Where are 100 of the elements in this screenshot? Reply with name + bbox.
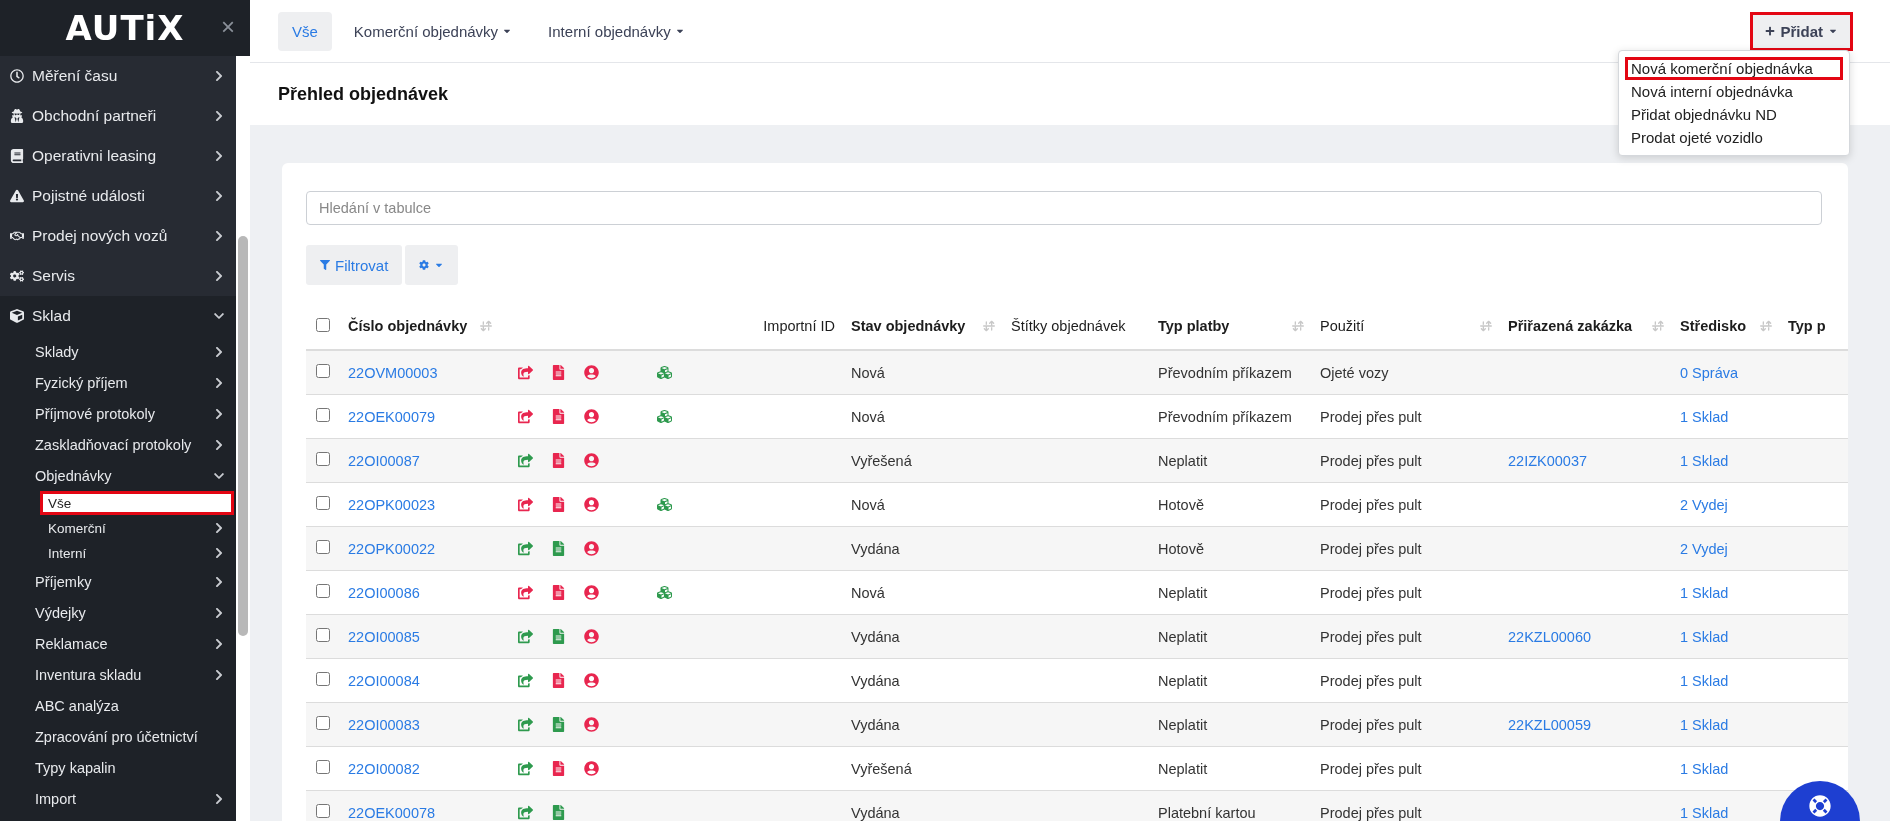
checkbox[interactable] [316,804,330,818]
cubes-icon[interactable] [657,585,672,600]
center-link[interactable]: 0 Správa [1680,364,1739,381]
sidebar-item[interactable]: Měření času [0,56,236,96]
share-icon[interactable] [518,497,533,512]
center-link[interactable]: 1 Sklad [1680,672,1729,689]
sidebar-item[interactable]: Fyzický příjem [0,367,236,398]
user-icon[interactable] [584,761,599,776]
document-icon[interactable] [551,497,566,512]
document-icon[interactable] [551,761,566,776]
column-header[interactable]: Typ platby [1158,318,1230,334]
document-icon[interactable] [551,805,566,820]
center-link[interactable]: 2 Vydej [1680,496,1728,513]
sidebar-item[interactable]: Interní [40,541,234,565]
order-link[interactable]: 22OPK00022 [348,540,436,557]
sidebar-item[interactable]: Servis [0,256,236,296]
sidebar-item[interactable]: ABC analýza [0,690,236,721]
menu-item[interactable]: Nová interní objednávka [1625,80,1843,103]
user-icon[interactable] [584,541,599,556]
sidebar-item[interactable]: Zpracování pro účetnictví [0,721,236,752]
center-link[interactable]: 1 Sklad [1680,804,1729,821]
column-header[interactable]: Číslo objednávky [348,318,468,334]
sidebar-item[interactable]: Typy kapalin [0,752,236,783]
sidebar-item[interactable]: Reklamace [0,628,236,659]
document-icon[interactable] [551,717,566,732]
user-icon[interactable] [584,717,599,732]
user-icon[interactable] [584,409,599,424]
column-header[interactable]: Typ p [1788,318,1826,334]
sidebar-item[interactable]: Import [0,783,236,814]
sidebar-item[interactable]: Sklady [0,336,236,367]
cubes-icon[interactable] [657,365,672,380]
order-link[interactable]: 22OI00083 [348,716,420,733]
document-icon[interactable] [551,585,566,600]
tab[interactable]: Vše [278,11,332,51]
search-field[interactable]: Hledání v tabulce [306,191,1822,225]
order-link[interactable]: 22OEK00079 [348,408,436,425]
share-icon[interactable] [518,541,533,556]
order-link[interactable]: 22OI00086 [348,584,420,601]
checkbox[interactable] [316,540,330,554]
order-link[interactable]: 22OVM00003 [348,364,438,381]
share-icon[interactable] [518,717,533,732]
menu-item[interactable]: Nová komerční objednávka [1625,57,1843,80]
order-link[interactable]: 22OI00085 [348,628,420,645]
job-link[interactable]: 22IZK00037 [1508,452,1587,469]
checkbox[interactable] [316,496,330,510]
checkbox[interactable] [316,584,330,598]
column-header[interactable]: Použití [1320,318,1365,334]
column-header[interactable]: Importní ID [763,318,835,334]
column-header[interactable]: Stav objednávky [851,318,966,334]
column-header[interactable]: Štítky objednávek [1011,318,1126,334]
sidebar-item[interactable]: Obchodní partneři [0,96,236,136]
user-icon[interactable] [584,453,599,468]
center-link[interactable]: 1 Sklad [1680,760,1729,777]
sidebar-item[interactable]: Vše [40,491,234,515]
checkbox[interactable] [316,408,330,422]
user-icon[interactable] [584,629,599,644]
sidebar-item[interactable]: Inventura skladu [0,659,236,690]
center-link[interactable]: 1 Sklad [1680,584,1729,601]
document-icon[interactable] [551,629,566,644]
user-icon[interactable] [584,585,599,600]
center-link[interactable]: 2 Vydej [1680,540,1728,557]
share-icon[interactable] [518,409,533,424]
order-link[interactable]: 22OI00087 [348,452,420,469]
job-link[interactable]: 22KZL00060 [1508,628,1592,645]
tab[interactable]: Interní objednávky [534,11,699,51]
center-link[interactable]: 1 Sklad [1680,452,1729,469]
settings-button[interactable] [405,245,459,285]
order-link[interactable]: 22OEK00078 [348,804,436,821]
share-icon[interactable] [518,365,533,380]
document-icon[interactable] [551,409,566,424]
center-link[interactable]: 1 Sklad [1680,628,1729,645]
menu-item[interactable]: Přidat objednávku ND [1625,103,1843,126]
document-icon[interactable] [551,541,566,556]
filter-button[interactable]: Filtrovat [306,245,403,285]
sidebar-item[interactable]: Operativni leasing [0,136,236,176]
tab[interactable]: Komerční objednávky [339,11,527,51]
order-link[interactable]: 22OI00082 [348,760,420,777]
column-header[interactable]: Přiřazená zakázka [1508,318,1633,334]
user-icon[interactable] [584,497,599,512]
sidebar-item[interactable]: Příjemky [0,566,236,597]
checkbox[interactable] [316,672,330,686]
share-icon[interactable] [518,629,533,644]
checkbox[interactable] [316,628,330,642]
center-link[interactable]: 1 Sklad [1680,408,1729,425]
checkbox[interactable] [316,317,330,332]
order-link[interactable]: 22OI00084 [348,672,420,689]
sidebar-item[interactable]: Objednávky [0,460,236,491]
document-icon[interactable] [551,673,566,688]
checkbox[interactable] [316,760,330,774]
sidebar-item[interactable]: Výdejky [0,597,236,628]
column-header[interactable]: Středisko [1680,318,1747,334]
add-button[interactable]: Přidat [1753,14,1850,48]
scrollbar[interactable] [236,56,250,821]
order-link[interactable]: 22OPK00023 [348,496,436,513]
menu-item[interactable]: Prodat ojeté vozidlo [1625,126,1843,149]
center-link[interactable]: 1 Sklad [1680,716,1729,733]
share-icon[interactable] [518,805,533,820]
cubes-icon[interactable] [657,497,672,512]
checkbox[interactable] [316,716,330,730]
document-icon[interactable] [551,453,566,468]
